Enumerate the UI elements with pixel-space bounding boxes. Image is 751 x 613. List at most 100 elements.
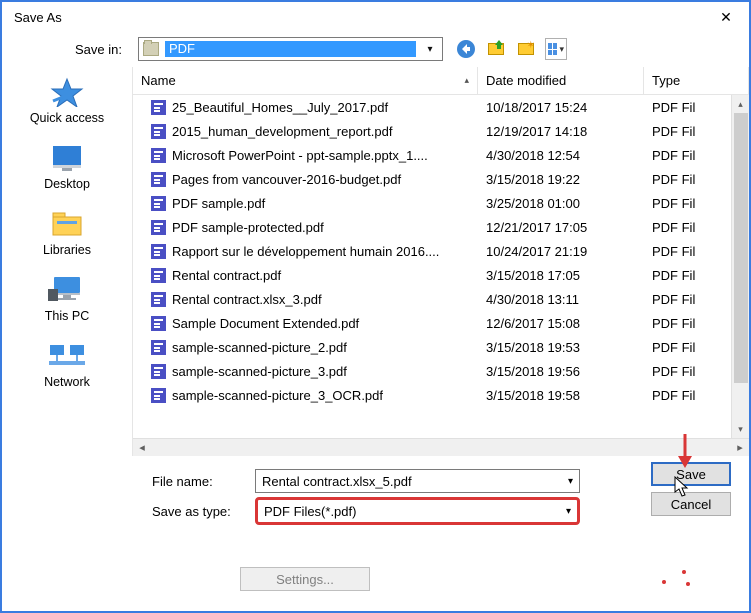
file-date: 12/6/2017 15:08 [478,316,644,331]
pdf-file-icon [151,244,166,259]
chevron-down-icon: ▾ [568,476,573,487]
pdf-file-icon [151,172,166,187]
scroll-right-icon[interactable]: ▸ [731,441,749,454]
pdf-file-icon [151,124,166,139]
up-one-level-button[interactable] [485,38,507,60]
window-title: Save As [10,10,62,25]
filetype-select[interactable]: PDF Files(*.pdf) ▾ [255,497,580,525]
back-button[interactable] [455,38,477,60]
file-row[interactable]: sample-scanned-picture_3.pdf3/15/2018 19… [133,359,731,383]
file-type: PDF Fil [644,340,731,355]
pdf-file-icon [151,100,166,115]
file-row[interactable]: Rental contract.xlsx_3.pdf4/30/2018 13:1… [133,287,731,311]
file-list: 25_Beautiful_Homes__July_2017.pdf 10/18/2… [133,95,749,438]
new-folder-button[interactable]: ✶ [515,38,537,60]
file-name: sample-scanned-picture_3_OCR.pdf [172,388,383,403]
folder-icon [143,42,159,56]
body-area: Quick access Desktop Libraries This PC N… [2,66,749,456]
place-label: Network [44,375,90,389]
file-name: PDF sample.pdf [172,196,265,211]
file-row[interactable]: Microsoft PowerPoint - ppt-sample.pptx_1… [133,143,731,167]
bottom-form: File name: Rental contract.xlsx_5.pdf ▾ … [2,462,749,530]
network-icon [46,341,88,371]
file-name: Rental contract.xlsx_3.pdf [172,292,322,307]
file-type: PDF Fil [644,268,731,283]
star-icon [49,77,85,107]
file-name: Pages from vancouver-2016-budget.pdf [172,172,401,187]
filename-row: File name: Rental contract.xlsx_5.pdf ▾ [152,466,731,496]
file-date: 12/21/2017 17:05 [478,220,644,235]
place-desktop[interactable]: Desktop [2,143,132,191]
file-type: PDF Fil [644,292,731,307]
file-row[interactable]: PDF sample.pdf3/25/2018 01:00PDF Fil [133,191,731,215]
chevron-down-icon: ▾ [422,44,438,55]
file-row[interactable]: Rental contract.pdf3/15/2018 17:05PDF Fi… [133,263,731,287]
filename-input[interactable]: Rental contract.xlsx_5.pdf ▾ [255,469,580,493]
file-row[interactable]: 25_Beautiful_Homes__July_2017.pdf 10/18/2… [133,95,731,119]
savein-combo[interactable]: PDF ▾ [138,37,443,61]
place-quick-access[interactable]: Quick access [2,77,132,125]
file-header: Name▴ Date modified Type [133,67,749,95]
file-row[interactable]: Sample Document Extended.pdf 12/6/2017 15… [133,311,731,335]
file-type: PDF Fil [644,100,731,115]
file-type: PDF Fil [644,364,731,379]
place-libraries[interactable]: Libraries [2,209,132,257]
sort-asc-icon: ▴ [464,75,469,86]
desktop-icon [47,143,87,173]
file-date: 3/25/2018 01:00 [478,196,644,211]
place-network[interactable]: Network [2,341,132,389]
cancel-button[interactable]: Cancel [651,492,731,516]
pc-icon [46,275,88,305]
titlebar: Save As ✕ [2,2,749,32]
scroll-down-icon[interactable]: ▾ [732,420,749,438]
file-row[interactable]: sample-scanned-picture_3_OCR.pdf 3/15/201… [133,383,731,407]
file-name: sample-scanned-picture_2.pdf [172,340,347,355]
horizontal-scrollbar[interactable]: ◂ ▸ [133,438,749,456]
file-name: Sample Document Extended.pdf [172,316,359,331]
column-date[interactable]: Date modified [478,67,644,94]
place-label: Quick access [30,111,104,125]
pdf-file-icon [151,388,166,403]
pdf-file-icon [151,148,166,163]
file-row[interactable]: Rapport sur le développement humain 2016… [133,239,731,263]
annotation-dot [686,582,690,586]
filename-label: File name: [152,474,247,489]
column-name[interactable]: Name▴ [133,67,478,94]
file-row[interactable]: 2015_human_development_report.pdf12/19/2… [133,119,731,143]
file-type: PDF Fil [644,124,731,139]
file-row[interactable]: PDF sample-protected.pdf12/21/2017 17:05… [133,215,731,239]
views-button[interactable]: ▾ [545,38,567,60]
file-date: 12/19/2017 14:18 [478,124,644,139]
file-date: 3/15/2018 19:58 [478,388,644,403]
place-label: Desktop [44,177,90,191]
column-type[interactable]: Type [644,67,749,94]
file-name: sample-scanned-picture_3.pdf [172,364,347,379]
file-row[interactable]: Pages from vancouver-2016-budget.pdf3/15… [133,167,731,191]
vertical-scrollbar[interactable]: ▴ ▾ [731,95,749,438]
scroll-left-icon[interactable]: ◂ [133,441,151,454]
scroll-up-icon[interactable]: ▴ [732,95,749,113]
place-this-pc[interactable]: This PC [2,275,132,323]
annotation-arrow-icon [675,432,695,470]
pdf-file-icon [151,364,166,379]
savein-row: Save in: PDF ▾ ✶ ▾ [2,32,749,66]
file-date: 10/24/2017 21:19 [478,244,644,259]
file-name: 25_Beautiful_Homes__July_2017.pdf [172,100,388,115]
settings-button[interactable]: Settings... [240,567,370,591]
filetype-label: Save as type: [152,504,247,519]
scroll-thumb[interactable] [734,113,748,383]
annotation-dot [682,570,686,574]
file-date: 10/18/2017 15:24 [478,100,644,115]
settings-row: Settings... [240,567,370,591]
pdf-file-icon [151,340,166,355]
place-label: Libraries [43,243,91,257]
file-row[interactable]: sample-scanned-picture_2.pdf 3/15/2018 19… [133,335,731,359]
file-type: PDF Fil [644,148,731,163]
file-area: Name▴ Date modified Type 25_Beautiful_Ho… [132,67,749,456]
close-button[interactable]: ✕ [711,9,741,26]
pdf-file-icon [151,292,166,307]
file-date: 3/15/2018 19:53 [478,340,644,355]
place-label: This PC [45,309,89,323]
pdf-file-icon [151,268,166,283]
toolbar-icons: ✶ ▾ [455,38,567,60]
